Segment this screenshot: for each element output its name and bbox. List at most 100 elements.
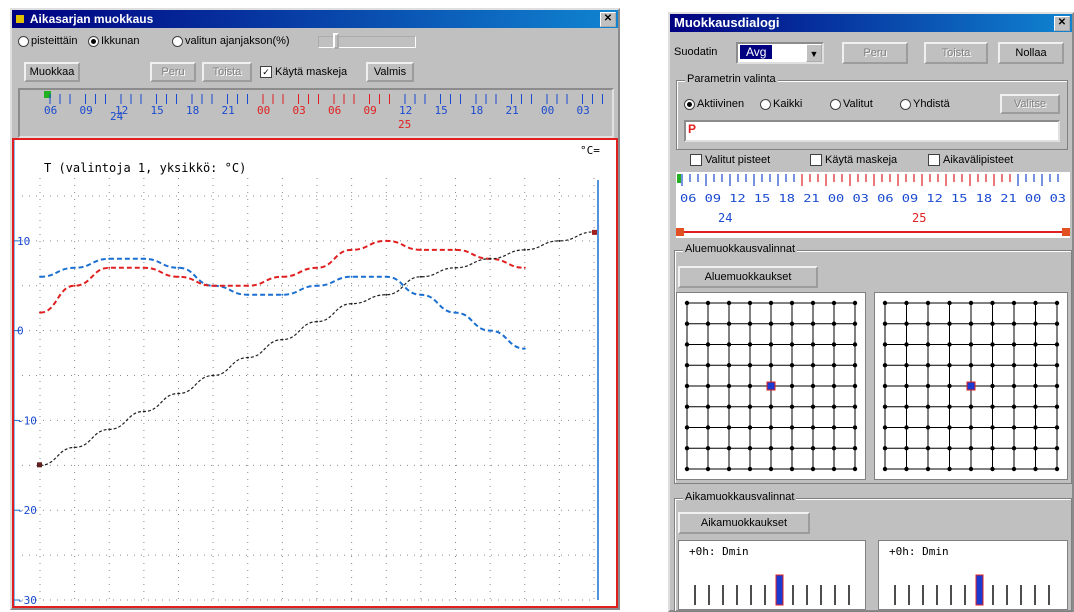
grid-point[interactable] <box>947 466 952 472</box>
selected-time-bar[interactable] <box>775 574 784 606</box>
grid-point[interactable] <box>768 321 774 326</box>
param-radio-active[interactable]: Aktiivinen <box>684 98 744 110</box>
grid-point[interactable] <box>810 425 816 430</box>
grid-point[interactable] <box>684 446 690 451</box>
time-edits-button[interactable]: Aikamuokkaukset <box>678 512 810 534</box>
use-masks-checkbox[interactable]: Käytä maskeja <box>810 154 897 167</box>
grid-point[interactable] <box>882 342 888 347</box>
grid-point[interactable] <box>684 466 690 472</box>
grid-point[interactable] <box>705 466 711 472</box>
time-selector[interactable]: 06 09 12 15 18 21 00 03 06 09 12 15 18 2… <box>676 172 1070 238</box>
grid-point[interactable] <box>705 425 711 430</box>
grid-point[interactable] <box>882 425 888 430</box>
grid-point[interactable] <box>726 363 732 368</box>
grid-point[interactable] <box>726 404 732 409</box>
grid-point[interactable] <box>1054 342 1060 347</box>
grid-point[interactable] <box>990 425 995 430</box>
grid-point[interactable] <box>852 404 858 409</box>
grid-point[interactable] <box>1054 425 1060 430</box>
grid-point[interactable] <box>705 300 711 306</box>
grid-point[interactable] <box>1033 300 1038 306</box>
grid-point[interactable] <box>789 321 795 326</box>
grid-point[interactable] <box>968 300 974 306</box>
grid-point[interactable] <box>789 446 795 451</box>
grid-point[interactable] <box>925 446 931 451</box>
use-masks-checkbox[interactable]: ✓ Käytä maskeja <box>260 66 347 79</box>
grid-point[interactable] <box>789 383 795 389</box>
grid-point[interactable] <box>968 425 974 430</box>
grid-point[interactable] <box>831 425 837 430</box>
reset-button[interactable]: Nollaa <box>998 42 1064 64</box>
undo-button[interactable]: Peru <box>842 42 908 64</box>
grid-point[interactable] <box>1011 446 1017 451</box>
grid-point[interactable] <box>925 425 931 430</box>
grid-point[interactable] <box>831 446 837 451</box>
grid-point[interactable] <box>726 466 732 472</box>
grid-point[interactable] <box>726 383 732 389</box>
grid-point[interactable] <box>768 425 774 430</box>
grid-point[interactable] <box>1033 321 1038 326</box>
grid-point[interactable] <box>947 300 952 306</box>
grid-point[interactable] <box>925 466 931 472</box>
grid-point[interactable] <box>768 300 774 306</box>
grid-point[interactable] <box>947 321 952 326</box>
grid-point[interactable] <box>968 446 974 451</box>
grid-point[interactable] <box>852 321 858 326</box>
grid-point[interactable] <box>1054 300 1060 306</box>
grid-point[interactable] <box>789 342 795 347</box>
grid-point[interactable] <box>684 321 690 326</box>
grid-point[interactable] <box>747 404 753 409</box>
grid-point[interactable] <box>968 404 974 409</box>
chart-area[interactable]: 10 0 -10 -20 -30 T (valintoja 1, yksikkö: °C… <box>12 138 618 608</box>
grid-point[interactable] <box>882 383 888 389</box>
grid-point[interactable] <box>831 321 837 326</box>
grid-point[interactable] <box>747 300 753 306</box>
grid-point[interactable] <box>1033 383 1038 389</box>
grid-point[interactable] <box>768 466 774 472</box>
grid-point[interactable] <box>1011 363 1017 368</box>
grid-point[interactable] <box>882 446 888 451</box>
range-start-handle[interactable] <box>676 228 684 236</box>
period-slider[interactable] <box>318 33 416 49</box>
grid-point[interactable] <box>852 466 858 472</box>
grid-point[interactable] <box>925 363 931 368</box>
grid-point[interactable] <box>990 446 995 451</box>
grid-point[interactable] <box>831 342 837 347</box>
grid-point[interactable] <box>904 425 909 430</box>
left-title-bar[interactable]: Aikasarjan muokkaus ✕ <box>12 10 618 28</box>
grid-point[interactable] <box>684 425 690 430</box>
grid-point[interactable] <box>810 342 816 347</box>
grid-point[interactable] <box>789 425 795 430</box>
grid-point[interactable] <box>990 404 995 409</box>
time-strip[interactable]: 06 09 12 15 18 21 00 03 06 09 12 15 18 21 00 03 24 25 <box>18 88 614 138</box>
grid-point[interactable] <box>1033 342 1038 347</box>
grid-point[interactable] <box>968 363 974 368</box>
grid-point[interactable] <box>1011 300 1017 306</box>
slider-thumb[interactable] <box>333 33 339 49</box>
grid-point[interactable] <box>1033 404 1038 409</box>
mode-radio-period[interactable]: valitun ajanjakson(%) <box>172 35 290 47</box>
grid-point[interactable] <box>831 466 837 472</box>
grid-point[interactable] <box>684 404 690 409</box>
grid-point[interactable] <box>947 425 952 430</box>
grid-point[interactable] <box>705 342 711 347</box>
grid-point[interactable] <box>968 342 974 347</box>
done-button[interactable]: Valmis <box>366 62 414 82</box>
selected-points-checkbox[interactable]: Valitut pisteet <box>690 154 770 167</box>
grid-point[interactable] <box>1011 404 1017 409</box>
grid-point[interactable] <box>768 404 774 409</box>
param-radio-combine[interactable]: Yhdistä <box>900 98 950 110</box>
grid-point[interactable] <box>705 383 711 389</box>
grid-point[interactable] <box>852 383 858 389</box>
grid-point[interactable] <box>1054 321 1060 326</box>
grid-point[interactable] <box>768 363 774 368</box>
grid-point[interactable] <box>831 300 837 306</box>
chevron-down-icon[interactable]: ▼ <box>806 44 822 62</box>
grid-point[interactable] <box>968 321 974 326</box>
grid-point[interactable] <box>852 446 858 451</box>
grid-point[interactable] <box>726 425 732 430</box>
grid-point[interactable] <box>705 363 711 368</box>
grid-point[interactable] <box>904 446 909 451</box>
grid-point[interactable] <box>904 321 909 326</box>
selected-time-bar[interactable] <box>975 574 984 606</box>
